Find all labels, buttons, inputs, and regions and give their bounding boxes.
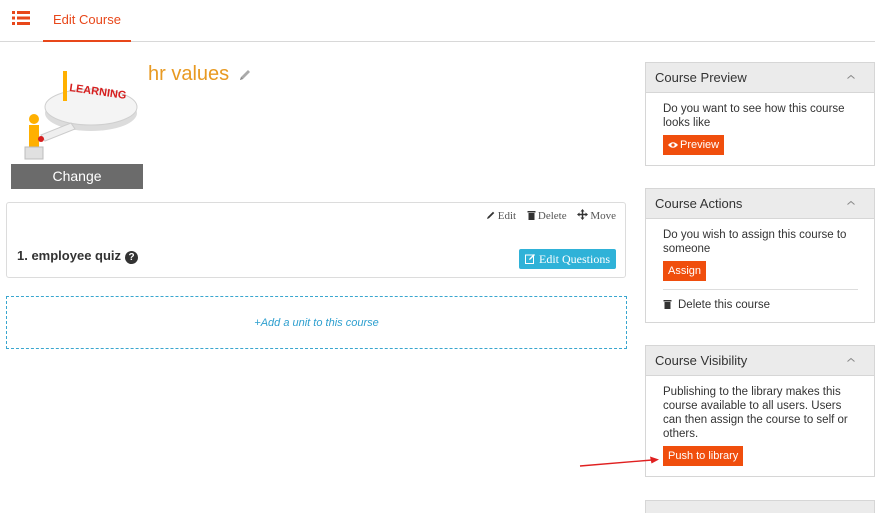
unit-actions: Edit Delete Move <box>478 209 616 222</box>
move-arrows-icon <box>577 209 589 220</box>
chevron-up-icon <box>847 74 855 79</box>
top-tab-bar: Edit Course <box>0 0 875 42</box>
pencil-icon <box>486 211 495 219</box>
course-preview-body: Do you want to see how this course looks… <box>646 93 874 165</box>
delete-course-button[interactable]: Delete this course <box>663 298 858 312</box>
course-visibility-header[interactable]: Course Visibility <box>646 346 874 376</box>
unit-edit-button[interactable]: Edit <box>486 210 516 222</box>
course-title: hr values <box>148 63 230 85</box>
course-preview-panel: Course Preview Do you want to see how th… <box>645 62 875 166</box>
unit-move-label: Move <box>590 210 616 222</box>
push-to-library-button[interactable]: Push to library <box>663 446 744 466</box>
unit-delete-label: Delete <box>537 210 567 222</box>
change-thumbnail-button[interactable]: Change <box>11 164 143 189</box>
question-help-icon[interactable]: ? <box>125 251 139 264</box>
list-menu-icon[interactable] <box>12 11 30 25</box>
eye-icon <box>668 142 678 148</box>
next-panel-header[interactable] <box>645 500 875 513</box>
course-actions-body: Do you wish to assign this course to som… <box>646 219 874 322</box>
pencil-edit-icon[interactable] <box>238 68 252 82</box>
tab-edit-course[interactable]: Edit Course <box>43 0 131 42</box>
course-preview-header[interactable]: Course Preview <box>646 63 874 93</box>
trash-icon <box>527 211 536 220</box>
assign-button[interactable]: Assign <box>663 261 707 281</box>
course-visibility-body: Publishing to the library makes this cou… <box>646 376 874 476</box>
trash-icon <box>663 300 672 309</box>
unit-card: Edit Delete Move 1. employee quiz? Edit … <box>6 202 626 278</box>
course-visibility-text: Publishing to the library makes this cou… <box>663 386 848 440</box>
course-actions-title: Course Actions <box>655 196 743 211</box>
delete-course-label: Delete this course <box>678 299 771 311</box>
course-thumbnail: LEARNING Change <box>11 65 143 189</box>
course-actions-text: Do you wish to assign this course to som… <box>663 229 847 255</box>
unit-edit-label: Edit <box>497 210 517 222</box>
course-actions-panel: Course Actions Do you wish to assign thi… <box>645 188 875 323</box>
preview-button[interactable]: Preview <box>663 135 725 155</box>
course-preview-title: Course Preview <box>655 70 747 85</box>
chevron-up-icon <box>847 200 855 205</box>
divider <box>663 289 858 290</box>
course-preview-text: Do you want to see how this course looks… <box>663 103 845 129</box>
add-unit-button[interactable]: +Add a unit to this course <box>6 296 627 349</box>
unit-name-text: 1. employee quiz <box>17 248 122 263</box>
unit-name: 1. employee quiz? <box>17 248 139 264</box>
unit-move-button[interactable]: Move <box>577 209 616 222</box>
preview-button-label: Preview <box>680 139 720 151</box>
chevron-up-icon <box>847 357 855 362</box>
course-actions-header[interactable]: Course Actions <box>646 189 874 219</box>
course-visibility-panel: Course Visibility Publishing to the libr… <box>645 345 875 477</box>
edit-square-icon <box>525 254 535 264</box>
edit-questions-button[interactable]: Edit Questions <box>519 249 616 269</box>
course-visibility-title: Course Visibility <box>655 353 748 368</box>
edit-questions-label: Edit Questions <box>539 252 610 266</box>
unit-delete-button[interactable]: Delete <box>527 210 567 222</box>
annotation-arrow-icon <box>579 456 659 467</box>
